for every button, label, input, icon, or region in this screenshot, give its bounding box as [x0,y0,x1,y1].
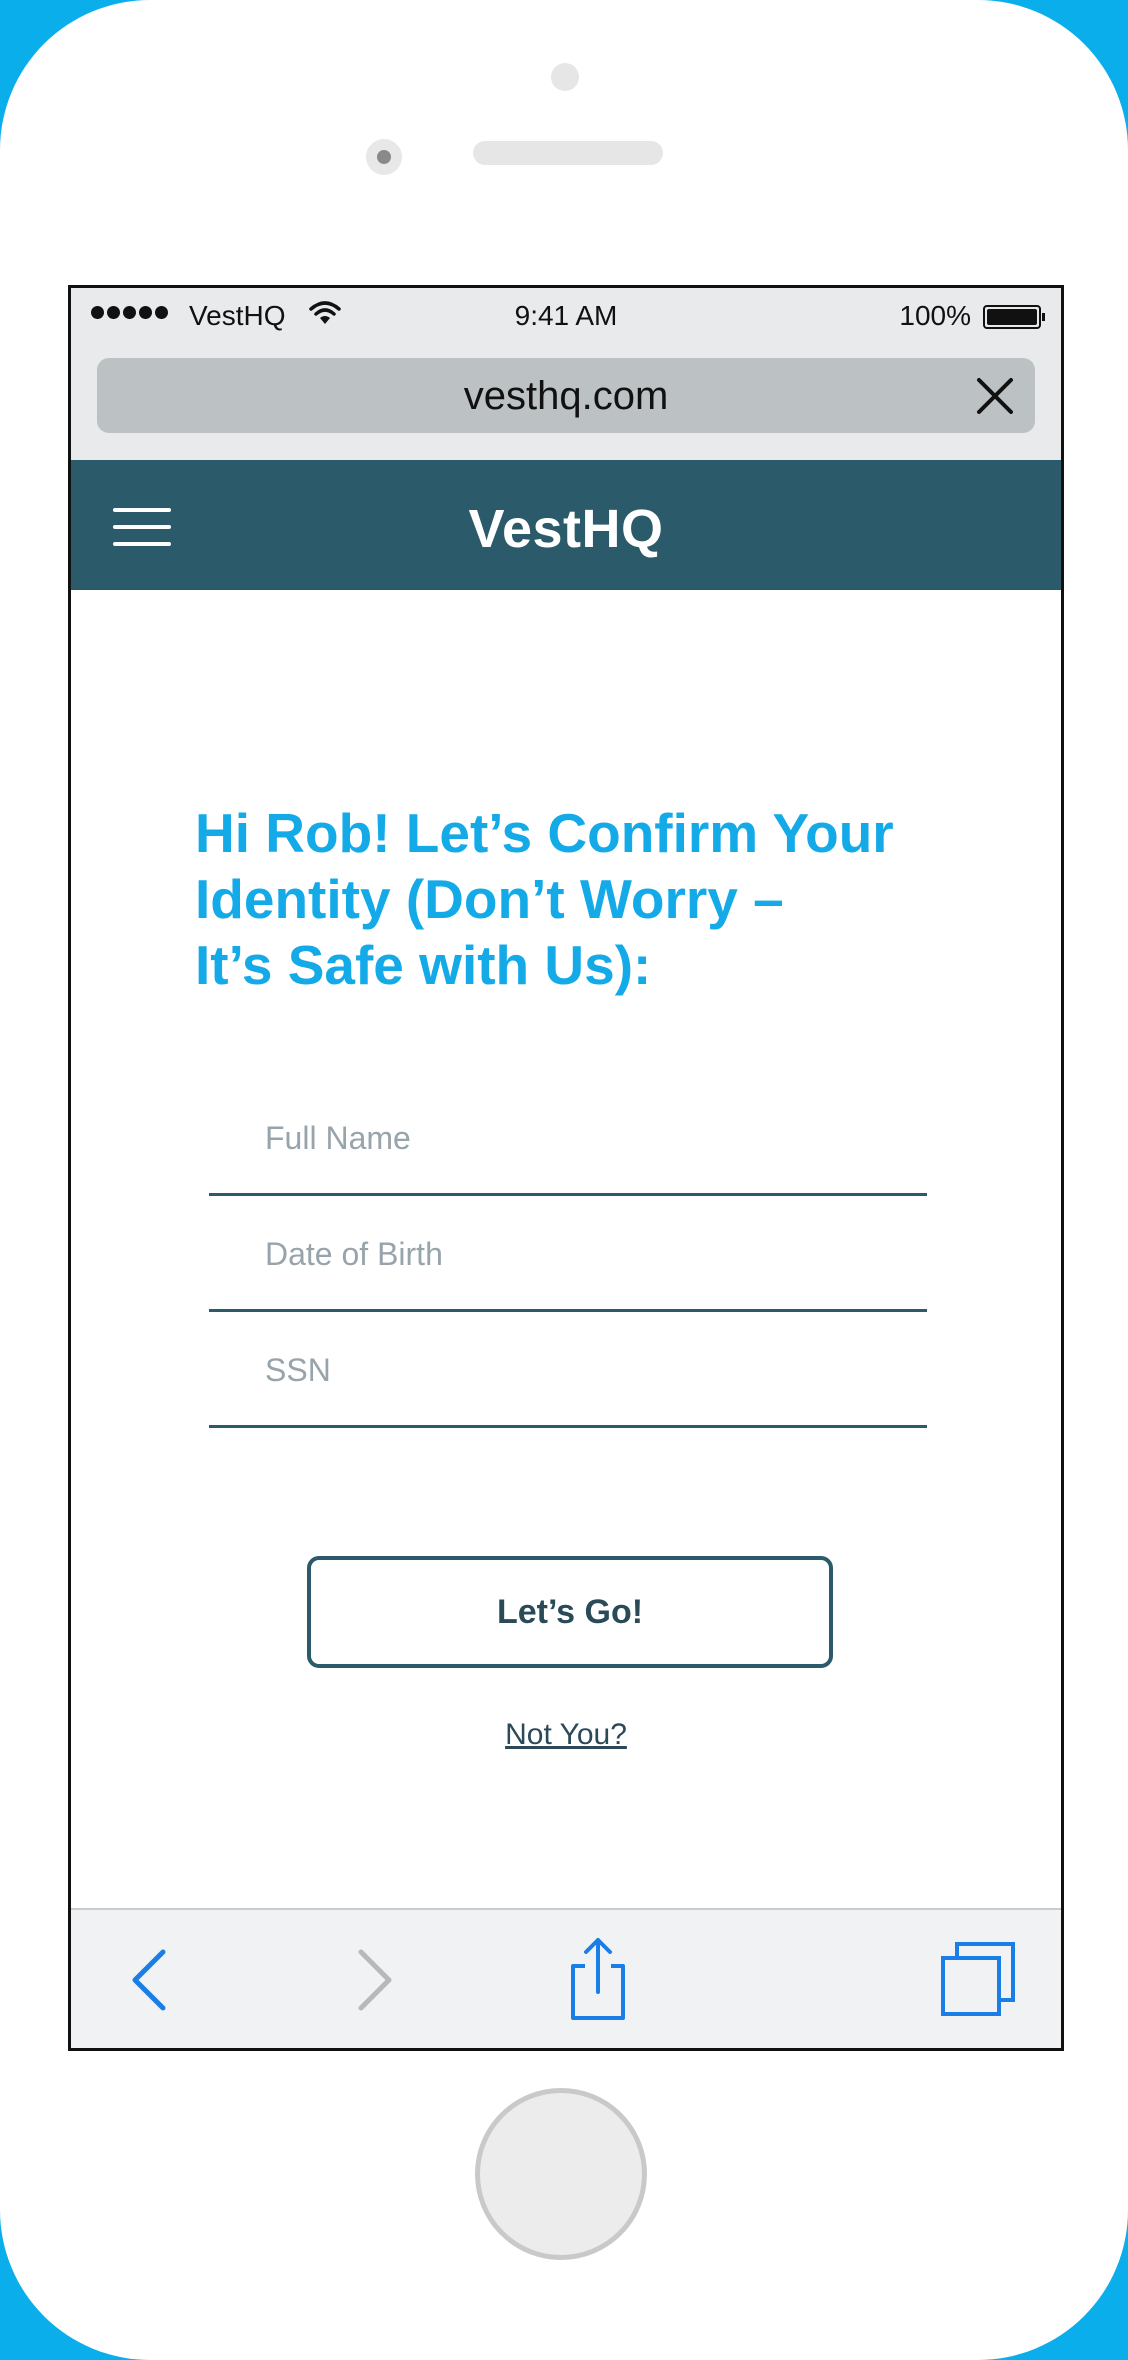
chevron-left-icon[interactable] [111,1934,201,2024]
chevron-right-icon[interactable] [335,1934,425,2024]
browser-chrome: VestHQ 9:41 AM 100% vesthq.com [71,288,1061,460]
phone-speaker [473,141,663,165]
phone-frame: VestHQ 9:41 AM 100% vesthq.com VestHQ Hi… [0,0,1128,2360]
ssn-field [209,1316,927,1428]
status-bar: VestHQ 9:41 AM 100% [71,288,1061,348]
phone-screen: VestHQ 9:41 AM 100% vesthq.com VestHQ Hi… [68,285,1064,2051]
home-button[interactable] [475,2088,647,2260]
url-text: vesthq.com [463,374,669,418]
date-of-birth-field [209,1200,927,1312]
app-header: VestHQ [71,460,1061,590]
battery-level-fill [987,309,1037,325]
url-bar[interactable]: vesthq.com [97,358,1035,433]
ssn-input[interactable] [209,1316,927,1425]
date-of-birth-input[interactable] [209,1200,927,1309]
phone-camera [551,63,579,91]
app-logo: VestHQ [468,499,664,559]
not-you-link[interactable]: Not You? [71,1718,1061,1752]
lets-go-button[interactable]: Let’s Go! [307,1556,833,1668]
share-icon[interactable] [553,1934,643,2024]
full-name-field [209,1084,927,1196]
phone-sensor [366,139,402,175]
close-icon[interactable] [973,374,1017,418]
tabs-icon[interactable] [933,1934,1023,2024]
page-title: Hi Rob! Let’s Confirm Your Identity (Don… [195,802,894,996]
full-name-input[interactable] [209,1084,927,1193]
browser-toolbar [71,1908,1061,2048]
battery-icon [983,305,1045,329]
battery-percent: 100% [899,300,971,331]
